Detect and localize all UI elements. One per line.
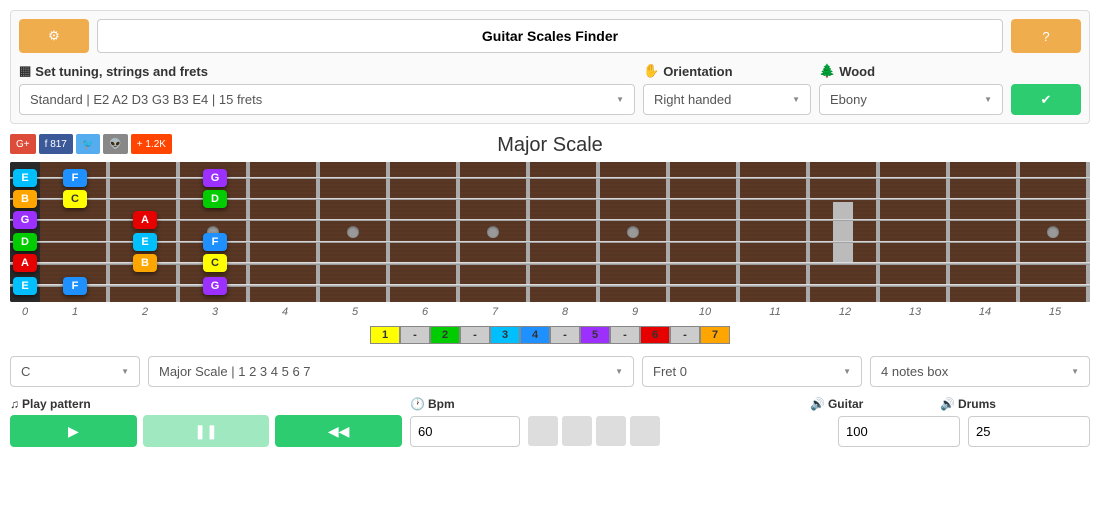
volume-icon: 🔊 bbox=[940, 397, 955, 411]
fret-note: F bbox=[63, 277, 87, 295]
grid-icon: ▦ bbox=[19, 63, 31, 79]
tuning-label: Set tuning, strings and frets bbox=[35, 64, 208, 79]
help-button[interactable]: ? bbox=[1011, 19, 1081, 53]
open-note: E bbox=[13, 169, 37, 187]
fret-position-select[interactable]: Fret 0▼ bbox=[642, 356, 862, 387]
gplus-icon: G+ bbox=[16, 139, 30, 150]
fretboard[interactable]: EFGBCDGADEFABCEFG bbox=[10, 162, 1090, 302]
fret-note: C bbox=[63, 190, 87, 208]
wood-select[interactable]: Ebony▼ bbox=[819, 84, 1003, 115]
bpm-visualizer bbox=[528, 416, 660, 446]
apply-button[interactable]: ✔ bbox=[1011, 84, 1081, 115]
orientation-select[interactable]: Right handed▼ bbox=[643, 84, 811, 115]
play-pattern-label: Play pattern bbox=[22, 397, 91, 411]
scale-degree-bar: 1-2-34-5-6-7 bbox=[10, 326, 1090, 344]
fret-numbers: 0123456789101112131415 bbox=[10, 306, 1090, 318]
volume-icon: 🔊 bbox=[810, 397, 825, 411]
drums-vol-label: Drums bbox=[958, 397, 996, 411]
chevron-down-icon: ▼ bbox=[615, 367, 623, 376]
fret-note: E bbox=[133, 233, 157, 251]
reddit-icon: 👽 bbox=[109, 139, 121, 150]
root-note-select[interactable]: C▼ bbox=[10, 356, 140, 387]
play-button[interactable]: ▶ bbox=[10, 415, 137, 447]
open-note: G bbox=[13, 211, 37, 229]
facebook-button[interactable]: f 817 bbox=[39, 134, 73, 154]
twitter-icon: 🐦 bbox=[82, 139, 94, 150]
chevron-down-icon: ▼ bbox=[843, 367, 851, 376]
twitter-button[interactable]: 🐦 bbox=[76, 134, 100, 154]
open-note: E bbox=[13, 277, 37, 295]
chevron-down-icon: ▼ bbox=[616, 95, 624, 104]
fret-note: B bbox=[133, 254, 157, 272]
bpm-label: Bpm bbox=[428, 397, 455, 411]
pause-button[interactable]: ❚❚ bbox=[143, 415, 270, 447]
gear-icon: ⚙ bbox=[48, 28, 60, 44]
fret-note: F bbox=[63, 169, 87, 187]
open-note: D bbox=[13, 233, 37, 251]
fret-note: G bbox=[203, 277, 227, 295]
music-icon: ♫ bbox=[10, 397, 19, 411]
scale-title: Major Scale bbox=[10, 134, 1090, 157]
fret-note: G bbox=[203, 169, 227, 187]
google-plus-button[interactable]: G+ bbox=[10, 134, 36, 154]
reddit-button[interactable]: 👽 bbox=[103, 134, 127, 154]
settings-button[interactable]: ⚙ bbox=[19, 19, 89, 53]
bpm-input[interactable] bbox=[410, 416, 520, 447]
fret-note: D bbox=[203, 190, 227, 208]
scale-type-select[interactable]: Major Scale | 1 2 3 4 5 6 7▼ bbox=[148, 356, 634, 387]
plus-icon: + bbox=[137, 139, 143, 150]
question-icon: ? bbox=[1042, 29, 1049, 44]
wood-label: Wood bbox=[839, 64, 875, 79]
drums-volume-input[interactable] bbox=[968, 416, 1090, 447]
rewind-button[interactable]: ◀◀ bbox=[275, 415, 402, 447]
play-icon: ▶ bbox=[68, 423, 79, 440]
box-pattern-select[interactable]: 4 notes box▼ bbox=[870, 356, 1090, 387]
tree-icon: 🌲 bbox=[819, 63, 835, 79]
rewind-icon: ◀◀ bbox=[328, 423, 350, 440]
tuning-select[interactable]: Standard | E2 A2 D3 G3 B3 E4 | 15 frets▼ bbox=[19, 84, 635, 115]
clock-icon: 🕐 bbox=[410, 397, 425, 411]
fret-note: C bbox=[203, 254, 227, 272]
page-title: Guitar Scales Finder bbox=[97, 19, 1003, 53]
guitar-volume-input[interactable] bbox=[838, 416, 960, 447]
open-note: B bbox=[13, 190, 37, 208]
fret-note: A bbox=[133, 211, 157, 229]
facebook-icon: f bbox=[45, 139, 48, 150]
open-note: A bbox=[13, 254, 37, 272]
chevron-down-icon: ▼ bbox=[121, 367, 129, 376]
check-icon: ✔ bbox=[1041, 92, 1052, 108]
orientation-label: Orientation bbox=[663, 64, 732, 79]
hand-icon: ✋ bbox=[643, 63, 659, 79]
guitar-vol-label: Guitar bbox=[828, 397, 863, 411]
chevron-down-icon: ▼ bbox=[1071, 367, 1079, 376]
addthis-button[interactable]: + 1.2K bbox=[131, 134, 172, 154]
chevron-down-icon: ▼ bbox=[984, 95, 992, 104]
chevron-down-icon: ▼ bbox=[792, 95, 800, 104]
fret-note: F bbox=[203, 233, 227, 251]
pause-icon: ❚❚ bbox=[194, 423, 217, 440]
